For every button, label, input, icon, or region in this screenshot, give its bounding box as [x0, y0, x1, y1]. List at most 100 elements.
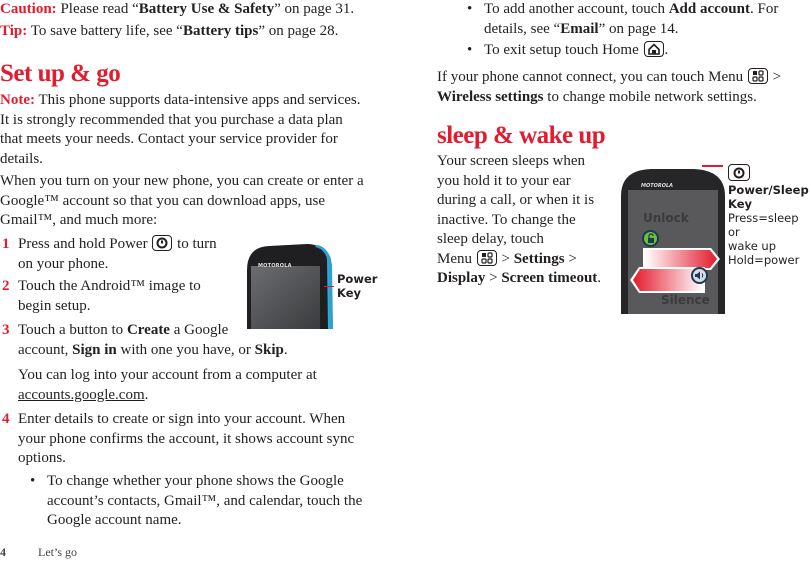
step-text: to turn — [173, 236, 217, 252]
callout-text: Key — [337, 286, 362, 300]
menu-key-icon — [747, 68, 768, 84]
lock-screen-figure: MOTOROLA Unlock Silence — [621, 168, 727, 314]
sleep-text: > — [485, 270, 502, 286]
callout-title: Key — [728, 197, 753, 211]
step-number: 4 — [2, 411, 10, 427]
login-note-text: You can log into your account from a com… — [18, 367, 317, 383]
unlock-label: Unlock — [643, 211, 689, 225]
bullet-text: details, see “ — [484, 20, 561, 37]
sleep-text: during a call, or when it is — [437, 192, 595, 208]
section-heading-sleep: sleep & wake up — [437, 122, 606, 149]
power-key-icon — [152, 235, 173, 251]
power-key-callout: Power Key — [337, 272, 377, 300]
section-name: Let’s go — [38, 545, 77, 559]
note-text: This phone supports data-intensive apps … — [34, 92, 361, 108]
tip-line: Tip: To save battery life, see “Battery … — [0, 22, 338, 42]
step-number: 3 — [2, 322, 10, 338]
bullet-item: To exit setup touch Home . — [484, 41, 668, 61]
step-2: Touch the Android™ image to begin setup. — [18, 277, 201, 316]
step-text: your phone confirms the account, it show… — [18, 430, 355, 447]
step-text: Touch a button to — [18, 322, 127, 338]
connect-text: If your phone cannot connect, you can to… — [437, 69, 747, 85]
connect-text: to change mobile network settings. — [543, 88, 757, 105]
callout-line — [702, 165, 723, 167]
step-text: begin setup. — [18, 297, 91, 314]
display-ref: Display — [437, 270, 486, 286]
login-note: You can log into your account from a com… — [18, 366, 317, 405]
bullet-text: To add another account, touch — [484, 1, 669, 17]
step-text: Touch the Android™ image to — [18, 278, 201, 294]
sleep-text: > — [497, 250, 514, 267]
create-option: Create — [126, 322, 170, 338]
bullet-text: account’s contacts, Gmail™, and calendar… — [47, 492, 363, 509]
note-text: that meets your needs. Contact your serv… — [0, 131, 338, 147]
power-sleep-callout: Power/Sleep Key Press=sleep or wake up H… — [728, 183, 811, 267]
phone-brand: MOTOROLA — [641, 183, 674, 189]
sleep-text: sleep delay, touch — [437, 231, 544, 247]
phone-brand: MOTOROLA — [258, 263, 292, 269]
connect-paragraph: If your phone cannot connect, you can to… — [437, 68, 781, 107]
sleep-text: inactive. To change the — [437, 211, 576, 228]
caution-text-end: ” on page 31. — [274, 1, 355, 17]
connect-text: > — [768, 69, 782, 85]
sleep-text: you hold it to your ear — [437, 172, 571, 189]
bullet-text: To exit setup touch Home — [484, 42, 643, 58]
intro-text: Gmail™, and much more: — [0, 212, 158, 228]
sleep-text: Menu — [437, 250, 476, 267]
login-note-text: . — [144, 386, 149, 403]
bullet-text: To change whether your phone shows the G… — [47, 473, 344, 489]
sleep-text: > — [564, 250, 577, 267]
step-number: 1 — [2, 236, 10, 252]
step-text: a Google — [169, 322, 229, 338]
speaker-icon[interactable] — [691, 267, 708, 284]
intro-paragraph: When you turn on your new phone, you can… — [0, 172, 400, 231]
accounts-google-link[interactable]: accounts.google.com — [18, 387, 145, 403]
add-account-ref: Add account — [668, 1, 750, 17]
step-1: Press and hold Power to turn on your pho… — [18, 235, 217, 274]
section-heading-setup: Set up & go — [0, 60, 121, 87]
bullet-text: Google account name. — [47, 512, 182, 528]
step-text: with one you have, or — [116, 341, 255, 358]
step-text: account, — [18, 341, 73, 358]
tip-ref: Battery tips — [182, 23, 259, 39]
step-text: Press and hold Power — [18, 236, 152, 252]
email-ref: Email — [560, 20, 599, 37]
callout-line — [324, 286, 334, 287]
menu-key-icon — [476, 249, 497, 266]
power-key-icon — [728, 164, 750, 181]
intro-text: When you turn on your new phone, you can… — [0, 173, 364, 189]
bullet-text: ” on page 14. — [598, 20, 679, 37]
lock-icon[interactable] — [642, 230, 659, 247]
caution-text: Please read “ — [56, 1, 139, 17]
tip-text: To save battery life, see “ — [27, 23, 183, 39]
bullet-text: . — [664, 42, 669, 58]
step-text: Enter details to create or sign into you… — [18, 411, 346, 427]
callout-title: Power/Sleep — [728, 183, 809, 197]
note-paragraph: Note: This phone supports data-intensive… — [0, 91, 400, 169]
settings-ref: Settings — [513, 250, 565, 267]
step-4: Enter details to create or sign into you… — [18, 410, 354, 469]
note-text: It is strongly recommended that you purc… — [0, 111, 343, 128]
page-number: 4 — [0, 545, 6, 559]
home-key-icon — [643, 41, 664, 57]
sleep-paragraph: Your screen sleeps when you hold it to y… — [437, 152, 601, 289]
caution-ref: Battery Use & Safety — [138, 1, 275, 17]
screen-timeout-ref: Screen timeout — [501, 270, 598, 286]
step-number: 2 — [2, 278, 10, 294]
callout-text: Press=sleep or — [728, 211, 799, 239]
wireless-settings-ref: Wireless settings — [437, 88, 544, 105]
bullet-dot: • — [30, 473, 36, 489]
note-label: Note: — [0, 92, 35, 108]
bullet-dot: • — [467, 1, 473, 17]
callout-text: Power — [337, 272, 378, 286]
tip-text-end: ” on page 28. — [258, 23, 339, 39]
note-text: details. — [0, 150, 43, 167]
step-text: . — [283, 341, 288, 358]
callout-text: Hold=power — [728, 253, 800, 267]
callout-text: wake up — [728, 239, 777, 253]
bullet-item: To change whether your phone shows the G… — [47, 472, 362, 531]
intro-text: Google™ account so that you can download… — [0, 192, 326, 209]
step-text: on your phone. — [18, 255, 109, 272]
bullet-text: . For — [749, 1, 779, 17]
caution-label: Caution: — [0, 1, 57, 17]
